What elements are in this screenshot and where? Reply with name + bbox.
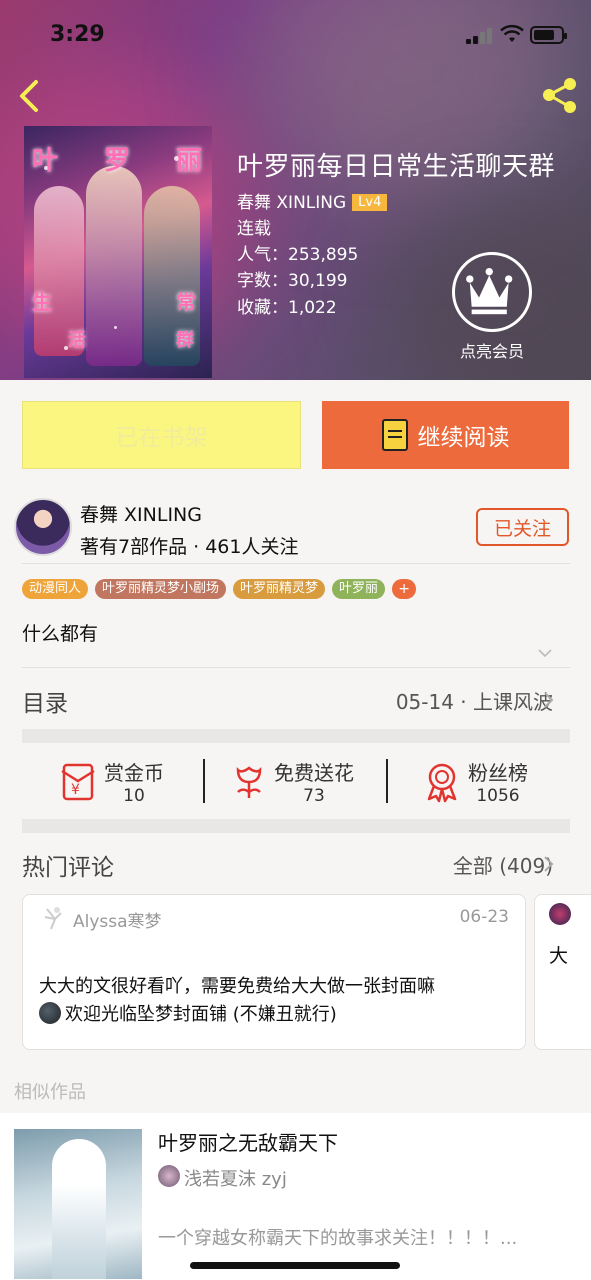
toc-latest-chapter[interactable]: 05-14 · 上课风波 xyxy=(396,686,553,715)
in-bookshelf-button[interactable]: 已在书架 xyxy=(22,401,301,469)
toc-label[interactable]: 目录 xyxy=(22,684,68,718)
comment-card[interactable]: Alyssa寒梦 06-23 大大的文很好看吖，需要免费给大大做一张封面嘛 欢迎… xyxy=(22,894,526,1050)
svg-text:¥: ¥ xyxy=(71,782,80,798)
tag-chip[interactable]: 动漫同人 xyxy=(22,579,89,599)
similar-book-author: 浅若夏沫 zyj xyxy=(184,1169,287,1190)
continue-reading-label: 继续阅读 xyxy=(417,425,510,451)
author-stats: 著有7部作品 · 461人关注 xyxy=(80,536,299,558)
comment-card[interactable]: 大 xyxy=(534,894,591,1050)
similar-book-item[interactable]: 叶罗丽之无敌霸天下 浅若夏沫 zyj 一个穿越女称霸天下的故事求关注！！！！..… xyxy=(0,1113,591,1280)
fans-label: 粉丝榜 xyxy=(468,761,528,785)
cover-char: 群 xyxy=(176,330,194,351)
similar-works-label: 相似作品 xyxy=(14,1082,86,1103)
signal-icon xyxy=(466,28,494,44)
book-author-line[interactable]: 春舞 XINLING Lv4 xyxy=(237,188,388,213)
flowers-label: 免费送花 xyxy=(274,761,354,785)
chevron-right-icon[interactable] xyxy=(542,690,556,710)
comment-text: 大大的文很好看吖，需要免费给大大做一张封面嘛 欢迎光临坠梦封面铺 (不嫌丑就行) xyxy=(39,973,519,1029)
book-title: 叶罗丽每日日常生活聊天群 xyxy=(237,152,556,182)
cover-char: 叶 xyxy=(32,146,59,176)
comment-line-2: 欢迎光临坠梦封面铺 (不嫌丑就行) xyxy=(39,1001,519,1029)
tag-chip[interactable]: 叶罗丽精灵梦小剧场 xyxy=(95,579,227,599)
book-favorites: 收藏：1,022 xyxy=(237,298,337,318)
author-name[interactable]: 春舞 XINLING xyxy=(80,500,202,527)
divider xyxy=(22,563,570,564)
similar-book-description: 一个穿越女称霸天下的故事求关注！！！！... xyxy=(158,1228,518,1249)
similar-author-avatar xyxy=(158,1165,180,1187)
member-label: 点亮会员 xyxy=(459,342,524,361)
author-avatar[interactable] xyxy=(14,498,72,556)
flowers-stat[interactable]: 免费送花 73 xyxy=(232,757,354,806)
book-icon xyxy=(381,419,408,451)
flowers-value: 73 xyxy=(303,786,325,806)
crown-icon xyxy=(466,267,513,315)
in-bookshelf-label: 已在书架 xyxy=(115,425,208,451)
book-cover-image[interactable]: 叶 罗 丽 生 常 活 群 xyxy=(24,126,212,378)
similar-book-title: 叶罗丽之无敌霸天下 xyxy=(158,1131,338,1155)
hot-comments-title: 热门评论 xyxy=(22,855,114,881)
status-bar: 3:29 xyxy=(0,0,591,70)
book-status: 连载 xyxy=(237,219,271,239)
level-badge: Lv4 xyxy=(352,194,388,211)
share-icon[interactable] xyxy=(540,76,580,116)
cover-char: 生 xyxy=(32,290,52,314)
book-detail-page: 3:29 叶 罗 丽 生 常 活 群 叶罗丽每日日常生活聊天群 春舞 XINLI… xyxy=(0,0,591,1280)
user-avatar xyxy=(549,903,571,925)
medal-icon xyxy=(427,763,457,802)
follow-label: 已关注 xyxy=(493,517,551,540)
stats-row: ¥ 赏金币 10 免费送花 73 粉丝榜 1056 xyxy=(22,745,570,829)
tag-list: 动漫同人 叶罗丽精灵梦小剧场 叶罗丽精灵梦 叶罗丽 + xyxy=(22,579,417,599)
coins-value: 10 xyxy=(123,786,145,806)
all-comments-link[interactable]: 全部 (409) xyxy=(453,850,553,879)
flower-icon xyxy=(236,765,262,798)
divider xyxy=(203,759,205,803)
book-author-name: 春舞 XINLING xyxy=(237,193,347,213)
tag-chip[interactable]: 叶罗丽精灵梦 xyxy=(233,579,326,599)
coins-stat[interactable]: ¥ 赏金币 10 xyxy=(58,757,164,806)
emoji-icon xyxy=(39,1002,61,1024)
continue-reading-button[interactable]: 继续阅读 xyxy=(322,401,569,469)
chevron-down-icon[interactable] xyxy=(537,645,553,661)
section-band xyxy=(22,819,570,833)
user-avatar-icon xyxy=(44,907,62,930)
cover-char: 活 xyxy=(68,330,86,351)
comment-line: 欢迎光临坠梦封面铺 (不嫌丑就行) xyxy=(65,1004,337,1025)
chevron-right-icon[interactable] xyxy=(542,854,556,874)
home-indicator[interactable] xyxy=(190,1262,400,1269)
comment-text: 大 xyxy=(549,945,569,967)
book-word-count: 字数：30,199 xyxy=(237,271,348,291)
divider xyxy=(386,759,388,803)
cover-char: 罗 xyxy=(104,146,131,176)
red-envelope-icon: ¥ xyxy=(61,763,95,800)
status-time: 3:29 xyxy=(50,22,105,47)
member-button[interactable]: 点亮会员 xyxy=(452,252,532,362)
follow-button[interactable]: 已关注 xyxy=(476,508,569,546)
comment-date: 06-23 xyxy=(459,907,509,927)
add-tag-button[interactable]: + xyxy=(392,579,417,599)
divider xyxy=(22,667,570,668)
battery-icon xyxy=(530,26,567,44)
tag-chip[interactable]: 叶罗丽 xyxy=(332,579,386,599)
coins-label: 赏金币 xyxy=(104,761,164,785)
wifi-icon xyxy=(500,24,524,42)
fans-stat[interactable]: 粉丝榜 1056 xyxy=(424,757,528,806)
fans-value: 1056 xyxy=(476,786,520,806)
book-description: 什么都有 xyxy=(22,623,99,645)
cover-char: 丽 xyxy=(176,146,203,176)
comment-username[interactable]: Alyssa寒梦 xyxy=(73,907,162,932)
book-popularity: 人气：253,895 xyxy=(237,245,359,265)
cover-char: 常 xyxy=(176,290,196,314)
back-arrow-icon[interactable] xyxy=(14,76,50,116)
similar-book-cover xyxy=(14,1129,142,1279)
section-band xyxy=(22,729,570,743)
book-header: 3:29 叶 罗 丽 生 常 活 群 叶罗丽每日日常生活聊天群 春舞 XINLI… xyxy=(0,0,591,380)
comment-line: 大大的文很好看吖，需要免费给大大做一张封面嘛 xyxy=(39,976,435,997)
